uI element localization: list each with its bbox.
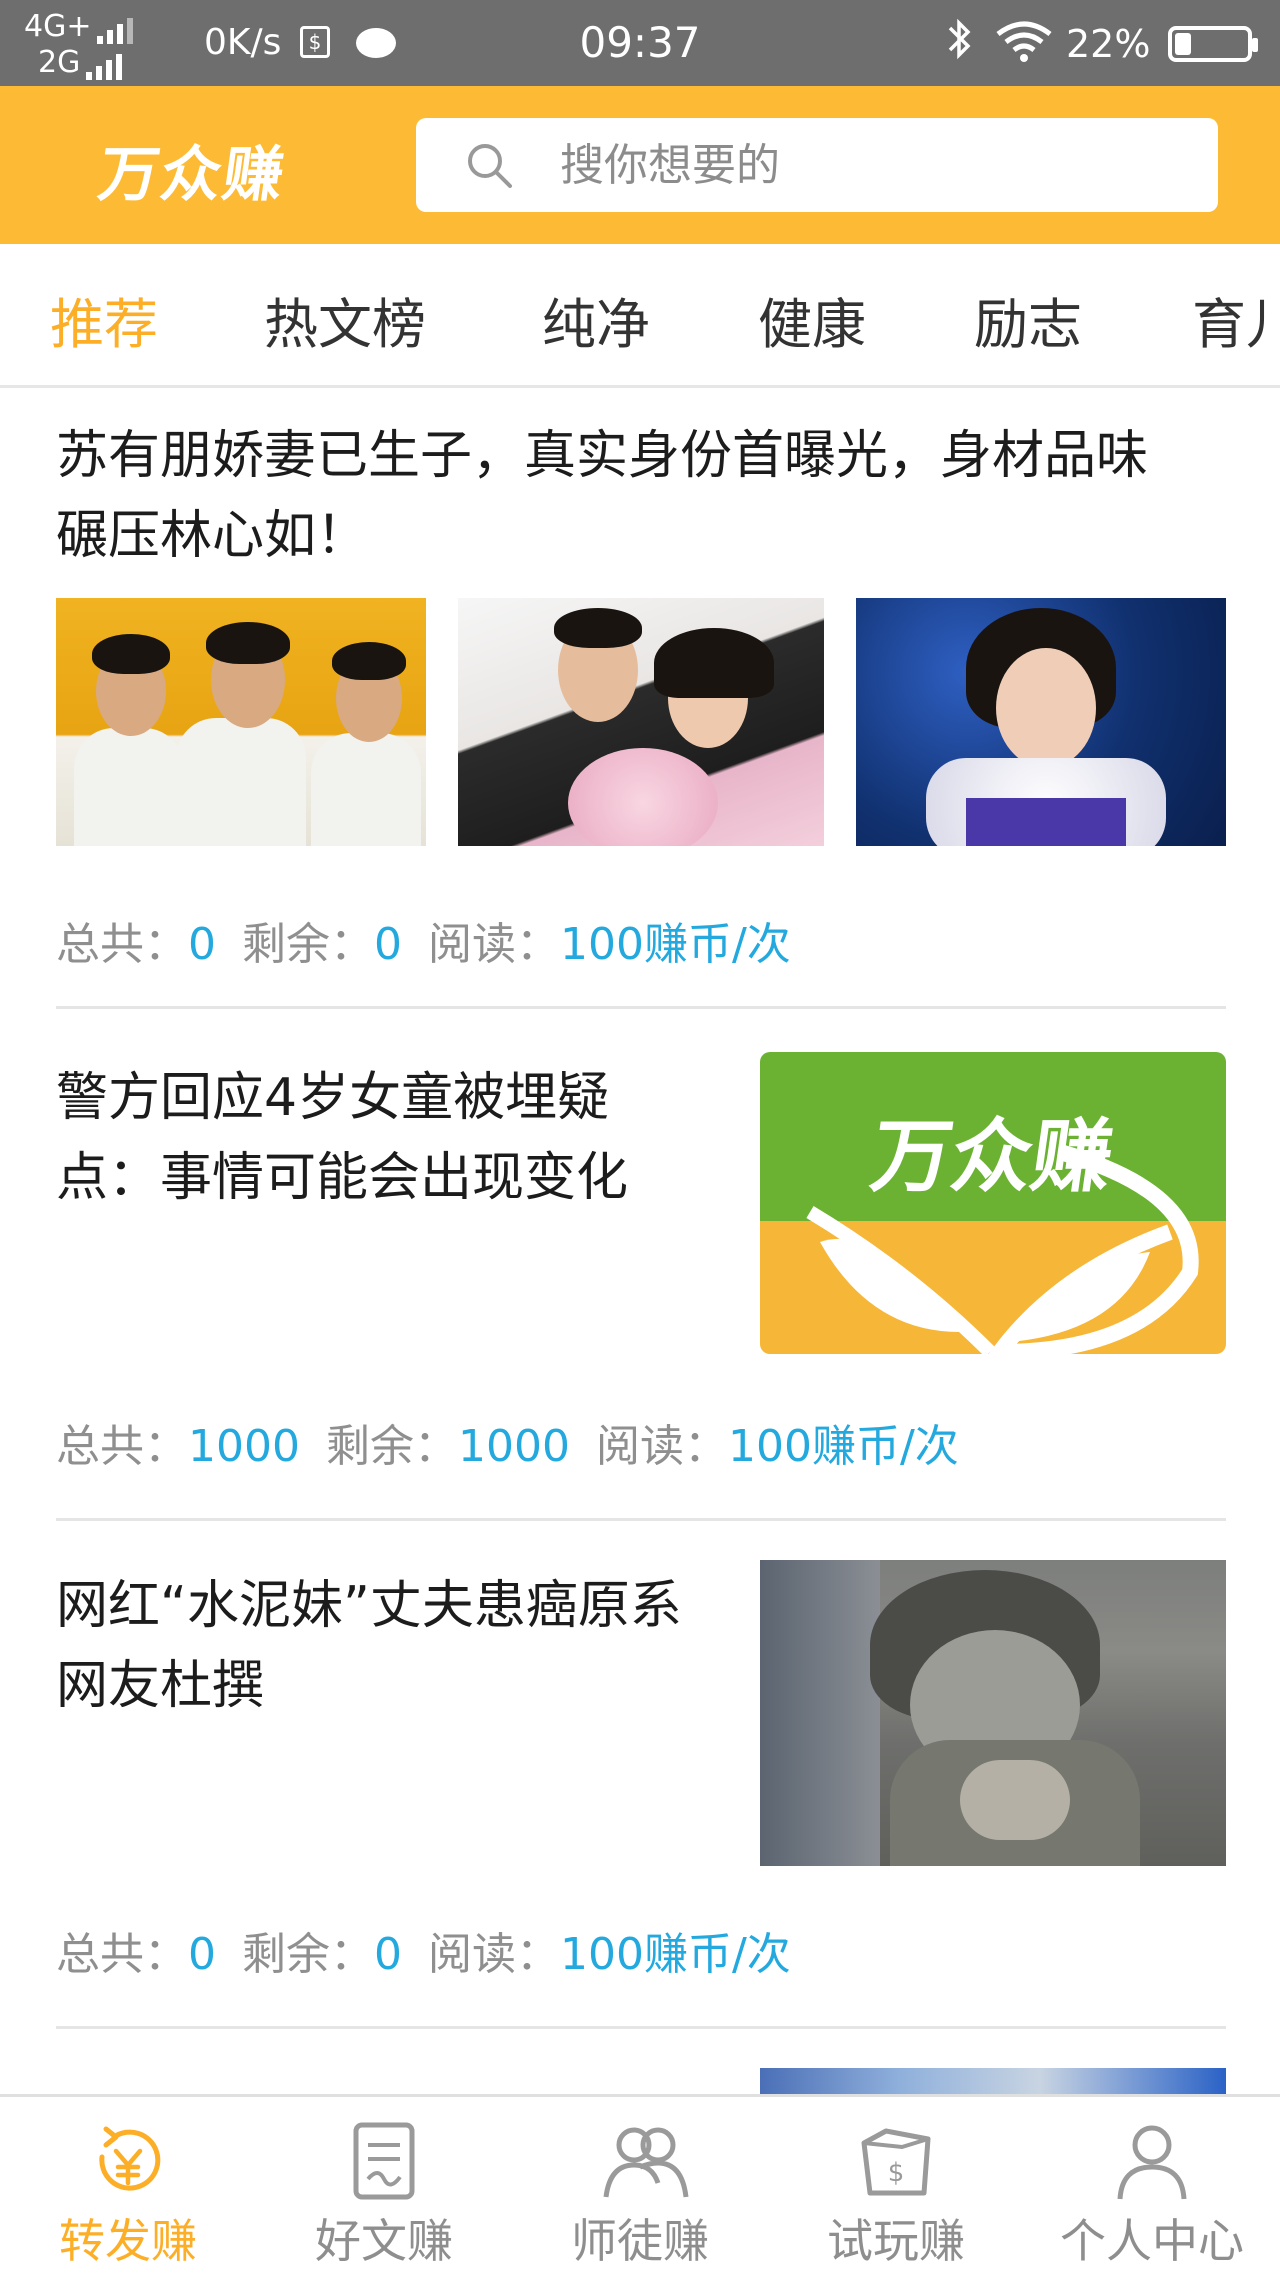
- remaining-value: 0: [374, 1929, 402, 1980]
- article-thumbnail[interactable]: [56, 598, 426, 846]
- yuan-refresh-icon: [88, 2121, 168, 2201]
- article-title[interactable]: 网红“水泥妹”丈夫患癌原系网友杜撰: [56, 1566, 696, 1726]
- reward-value: 100赚币/次: [727, 1421, 959, 1472]
- battery-percent: 22%: [1066, 22, 1151, 66]
- read-label: 阅读：: [428, 1929, 560, 1980]
- read-label: 阅读：: [595, 1421, 728, 1472]
- app-logo[interactable]: 万众赚: [94, 126, 292, 213]
- article-thumbnail[interactable]: 万众赚: [760, 1052, 1226, 1354]
- total-label: 总共：: [56, 1421, 188, 1472]
- bottom-navigation: 转发赚 好文赚 师徒赚 $ 试玩赚 个人中心: [0, 2094, 1280, 2276]
- article-stats: 总共：0 剩余：0 阅读：100赚币/次: [56, 908, 817, 972]
- tab-parenting[interactable]: 育儿: [1192, 280, 1280, 359]
- nav-label: 转发赚: [59, 2214, 197, 2268]
- wifi-icon: [994, 20, 1054, 64]
- nav-trial-play[interactable]: $ 试玩赚: [768, 2097, 1024, 2276]
- tab-health[interactable]: 健康: [758, 280, 866, 359]
- app-header: 万众赚: [0, 86, 1280, 244]
- article-card[interactable]: 苏有朋娇妻已生子，真实身份首曝光，身材品味碾压林心如！ 总共：0 剩余：0 阅读：1…: [0, 388, 1280, 1009]
- tab-inspiration[interactable]: 励志: [974, 280, 1082, 359]
- search-input[interactable]: [560, 118, 1180, 212]
- remaining-label: 剩余：: [242, 919, 374, 970]
- article-thumbnail[interactable]: [458, 598, 824, 846]
- status-bar: 4G+ 2G 0K/s $ 09:37 22%: [0, 0, 1280, 86]
- article-thumbnail[interactable]: [760, 2068, 1226, 2094]
- article-title[interactable]: 警方回应4岁女童被埋疑点：事情可能会出现变化: [56, 1058, 696, 1218]
- svg-text:$: $: [888, 2158, 905, 2188]
- two-people-icon: [600, 2121, 689, 2201]
- article-title[interactable]: 苏有朋娇妻已生子，真实身份首曝光，身材品味碾压林心如！: [56, 416, 1186, 576]
- remaining-label: 剩余：: [325, 1421, 458, 1472]
- category-tabs: 推荐 热文榜 纯净 健康 励志 育儿: [0, 244, 1280, 388]
- search-icon[interactable]: [464, 140, 514, 190]
- nav-mentorship[interactable]: 师徒赚: [512, 2097, 768, 2276]
- total-value: 0: [188, 1929, 216, 1980]
- tab-pure[interactable]: 纯净: [542, 280, 650, 359]
- nav-label: 师徒赚: [571, 2214, 709, 2268]
- article-card[interactable]: 警方回应4岁女童被埋疑点：事情可能会出现变化 万众赚 总共：1000 剩余：100…: [0, 1008, 1280, 1521]
- article-card-partial[interactable]: [0, 2028, 1280, 2094]
- nav-good-articles[interactable]: 好文赚: [256, 2097, 512, 2276]
- remaining-label: 剩余：: [242, 1929, 374, 1980]
- money-bag-icon: $: [856, 2121, 936, 2201]
- person-icon: [1112, 2121, 1192, 2201]
- nav-label: 试玩赚: [827, 2214, 965, 2268]
- nav-personal-center[interactable]: 个人中心: [1024, 2097, 1280, 2276]
- article-thumbnail[interactable]: [760, 1560, 1226, 1866]
- article-stats: 总共：1000 剩余：1000 阅读：100赚币/次: [56, 1410, 985, 1474]
- article-thumbnail[interactable]: [856, 598, 1226, 846]
- reward-value: 100赚币/次: [560, 1929, 791, 1980]
- total-label: 总共：: [56, 1929, 188, 1980]
- remaining-value: 1000: [457, 1421, 570, 1472]
- nav-label: 个人中心: [1060, 2214, 1244, 2268]
- total-label: 总共：: [56, 919, 188, 970]
- article-stats: 总共：0 剩余：0 阅读：100赚币/次: [56, 1918, 817, 1982]
- article-card[interactable]: 网红“水泥妹”丈夫患癌原系网友杜撰 总共：0 剩余：0 阅读：100赚币/次: [0, 1520, 1280, 2029]
- tab-recommended[interactable]: 推荐: [50, 280, 158, 359]
- search-bar[interactable]: [416, 118, 1218, 212]
- bluetooth-icon: [946, 16, 974, 72]
- remaining-value: 0: [374, 919, 402, 970]
- article-icon: [344, 2121, 424, 2201]
- total-value: 1000: [188, 1421, 300, 1472]
- battery-icon: [1168, 26, 1258, 62]
- tab-hot-articles[interactable]: 热文榜: [264, 280, 426, 359]
- nav-label: 好文赚: [315, 2214, 453, 2268]
- read-label: 阅读：: [428, 919, 560, 970]
- nav-forward-earn[interactable]: 转发赚: [0, 2097, 256, 2276]
- total-value: 0: [188, 919, 216, 970]
- reward-value: 100赚币/次: [560, 919, 791, 970]
